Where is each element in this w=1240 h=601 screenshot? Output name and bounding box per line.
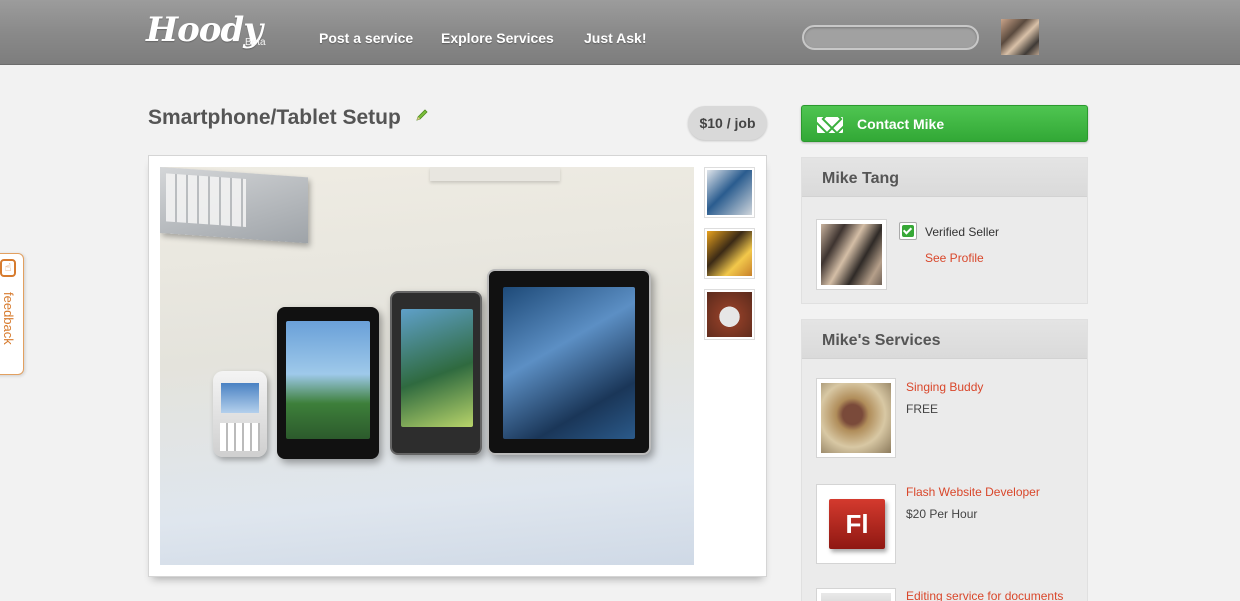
- verified-check-icon: [899, 222, 917, 240]
- verified-seller-label: Verified Seller: [925, 225, 1000, 239]
- photo-laptop: [160, 167, 308, 244]
- nav-just-ask[interactable]: Just Ask!: [584, 30, 647, 46]
- gallery-thumbnail-2[interactable]: [704, 228, 755, 279]
- gallery-thumbnail-3[interactable]: [704, 289, 755, 340]
- service-link-singing-buddy[interactable]: Singing Buddy: [906, 380, 983, 394]
- service-gallery: [148, 155, 767, 577]
- top-navigation-bar: Hoody Beta Post a service Explore Servic…: [0, 0, 1240, 65]
- service-thumb-singing-buddy[interactable]: [816, 378, 896, 458]
- service-link-flash-developer[interactable]: Flash Website Developer: [906, 485, 1040, 499]
- service-thumb-flash-developer[interactable]: Fl: [816, 484, 896, 564]
- service-price-flash-developer: $20 Per Hour: [906, 507, 978, 521]
- feedback-label: feedback: [1, 292, 16, 345]
- nav-post-service[interactable]: Post a service: [319, 30, 413, 46]
- beta-label: Beta: [245, 37, 266, 48]
- nav-explore-services[interactable]: Explore Services: [441, 30, 554, 46]
- feedback-thumbs-icon: ☝: [0, 259, 16, 277]
- service-price-singing-buddy: FREE: [906, 402, 939, 416]
- seller-panel: Mike Tang Verified Seller See Profile: [801, 157, 1088, 304]
- edit-pencil-icon[interactable]: [415, 108, 429, 122]
- photo-box: [430, 167, 560, 181]
- seller-services-panel: Mike's Services Singing Buddy FREE Fl Fl…: [801, 319, 1088, 601]
- feedback-tab[interactable]: ☝ feedback: [0, 253, 24, 375]
- services-panel-title: Mike's Services: [802, 320, 1087, 359]
- photo-blackberry: [213, 371, 267, 457]
- service-title: Smartphone/Tablet Setup: [148, 106, 401, 129]
- user-avatar[interactable]: [1001, 19, 1039, 55]
- gallery-thumbnail-1[interactable]: [704, 167, 755, 218]
- search-input[interactable]: [802, 25, 979, 50]
- see-profile-link[interactable]: See Profile: [925, 251, 984, 265]
- contact-seller-button[interactable]: Contact Mike: [801, 105, 1088, 142]
- flash-logo-icon: Fl: [829, 499, 885, 549]
- contact-button-label: Contact Mike: [857, 116, 945, 132]
- price-badge: $10 / job: [688, 106, 767, 140]
- seller-avatar[interactable]: [816, 219, 887, 290]
- envelope-icon: [817, 117, 843, 133]
- service-link-editing[interactable]: Editing service for documents: [906, 589, 1063, 601]
- service-thumb-editing[interactable]: [816, 588, 896, 601]
- seller-name: Mike Tang: [802, 158, 1087, 197]
- photo-ipad: [487, 269, 651, 455]
- photo-tablet-7in: [277, 307, 379, 459]
- main-service-photo: [160, 167, 694, 565]
- photo-android-phone: [390, 291, 482, 455]
